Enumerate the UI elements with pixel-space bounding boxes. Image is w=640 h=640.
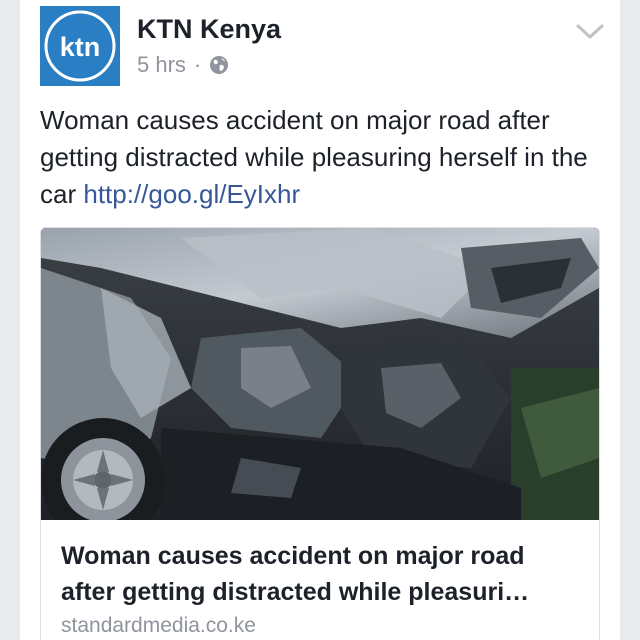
link-preview-title-line-1: Woman causes accident on major road	[61, 542, 525, 570]
globe-icon	[209, 55, 229, 75]
link-preview-title[interactable]: Woman causes accident on major road afte…	[61, 538, 581, 610]
post-body: Woman causes accident on major road afte…	[40, 102, 610, 213]
ktn-logo: ktn	[40, 6, 120, 86]
post-meta: 5 hrs ·	[137, 52, 229, 78]
page-name-link[interactable]: KTN Kenya	[137, 14, 281, 45]
post-timestamp[interactable]: 5 hrs	[137, 52, 186, 78]
link-preview-title-line-2: after getting distracted while pleasuri…	[61, 578, 530, 606]
crashed-car-photo[interactable]	[41, 228, 599, 520]
avatar-text: ktn	[60, 32, 101, 62]
post-link[interactable]: http://goo.gl/EyIxhr	[83, 179, 300, 209]
link-preview-card[interactable]: Woman causes accident on major road afte…	[40, 227, 600, 640]
feed-post-card: ktn KTN Kenya 5 hrs · Woman causes accid…	[20, 0, 620, 640]
chevron-down-icon[interactable]	[574, 18, 606, 44]
page-avatar[interactable]: ktn	[40, 6, 120, 86]
link-preview-domain: standardmedia.co.ke	[61, 614, 256, 637]
meta-separator: ·	[193, 52, 202, 77]
